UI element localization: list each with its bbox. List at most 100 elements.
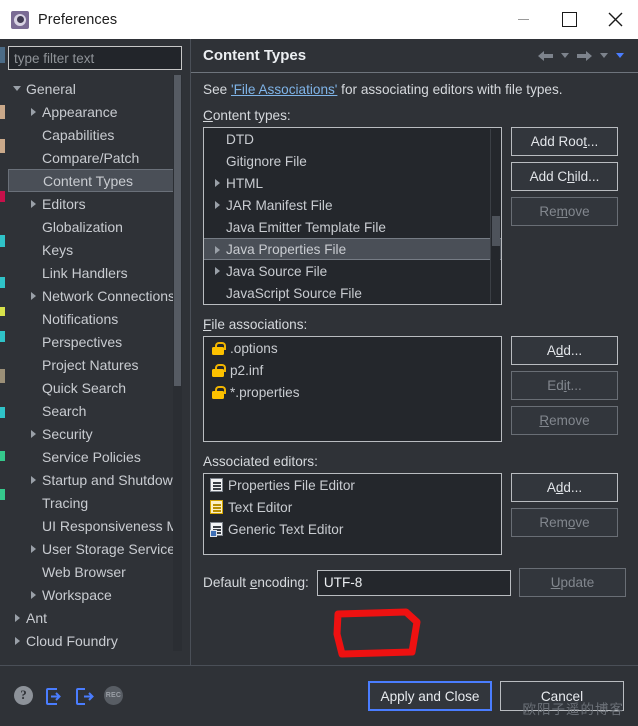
add-file-association-button[interactable]: Ad d... <box>511 336 618 365</box>
associated-editors-list[interactable]: Properties File Editor Text Editor Generic… <box>203 473 502 555</box>
sidebar-item-general[interactable]: General <box>8 77 182 100</box>
view-menu-chevron-down-icon[interactable] <box>613 48 626 64</box>
help-icon[interactable]: ? <box>14 685 35 707</box>
button-label-post: ove <box>567 204 590 219</box>
close-icon[interactable] <box>592 0 638 39</box>
filter-container <box>0 39 190 75</box>
document-icon <box>210 478 223 492</box>
cancel-button[interactable]: Cancel <box>500 681 624 711</box>
preferences-tree[interactable]: General Appearance Capabilities Compare/Pat… <box>8 75 182 665</box>
sidebar-item-ui-responsiveness-monitoring[interactable]: UI Responsiveness Monitoring <box>8 514 182 537</box>
add-child-button[interactable]: Add Ch ild... <box>511 162 618 191</box>
sidebar-item-notifications[interactable]: Notifications <box>8 307 182 330</box>
tree-scrollbar[interactable] <box>173 75 182 651</box>
export-icon[interactable] <box>74 686 95 707</box>
default-encoding-input[interactable] <box>316 569 511 596</box>
sidebar-item-label: Perspectives <box>42 333 123 350</box>
record-icon[interactable]: REC <box>104 685 125 707</box>
content-type-row[interactable]: Java Source File <box>204 260 501 282</box>
content-types-scrollbar-thumb[interactable] <box>492 216 500 246</box>
sidebar-item-workspace[interactable]: Workspace <box>8 583 182 606</box>
apply-and-close-button[interactable]: Apply and Close <box>368 681 492 711</box>
associated-editor-row[interactable]: Properties File Editor <box>204 474 501 496</box>
chevron-closed-icon[interactable] <box>28 543 39 554</box>
remove-editor-button[interactable]: Rem o ve <box>511 508 618 537</box>
lock-icon <box>212 341 226 355</box>
chevron-closed-icon[interactable] <box>28 428 39 439</box>
update-encoding-button[interactable]: Update <box>519 568 626 597</box>
button-label-pre: Add C <box>529 169 568 184</box>
content-types-scrollbar[interactable] <box>490 129 500 303</box>
chevron-closed-icon[interactable] <box>212 199 223 210</box>
chevron-closed-icon[interactable] <box>28 589 39 600</box>
file-association-row[interactable]: *.properties <box>204 381 501 403</box>
back-arrow-icon[interactable] <box>535 46 555 66</box>
remove-content-type-button[interactable]: Re m ove <box>511 197 618 226</box>
sidebar-item-globalization[interactable]: Globalization <box>8 215 182 238</box>
content-type-row[interactable]: Java Properties File <box>204 238 501 260</box>
sidebar-item-appearance[interactable]: Appearance <box>8 100 182 123</box>
search-input[interactable] <box>8 46 182 70</box>
content-type-row[interactable]: HTML <box>204 172 501 194</box>
add-editor-button[interactable]: Ad d... <box>511 473 618 502</box>
sidebar-item-search[interactable]: Search <box>8 399 182 422</box>
sidebar-item-tracing[interactable]: Tracing <box>8 491 182 514</box>
edit-file-association-button[interactable]: Ed i t... <box>511 371 618 400</box>
button-label-post: ... <box>587 134 599 149</box>
chevron-closed-icon[interactable] <box>28 474 39 485</box>
file-associations-list[interactable]: .options p2.inf *.properties <box>203 336 502 442</box>
sidebar-item-label: Appearance <box>42 103 118 120</box>
associated-editors-label: Associated editors: <box>203 454 318 469</box>
sidebar-item-network-connections[interactable]: Network Connections <box>8 284 182 307</box>
content-type-row[interactable]: JavaScript Source File <box>204 282 501 304</box>
associated-editor-row[interactable]: Text Editor <box>204 496 501 518</box>
chevron-closed-icon[interactable] <box>12 635 23 646</box>
sidebar-item-editors[interactable]: Editors <box>8 192 182 215</box>
remove-file-association-button[interactable]: Remove <box>511 406 618 435</box>
content-types-list[interactable]: DTD Gitignore File HTML JAR Manifest File Ja… <box>203 127 502 305</box>
import-icon[interactable] <box>44 686 65 707</box>
content-type-label: HTML <box>226 175 264 191</box>
content-type-row[interactable]: Java Emitter Template File <box>204 216 501 238</box>
minimize-icon[interactable] <box>500 0 546 39</box>
content-type-label: Java Source File <box>226 263 328 279</box>
maximize-icon[interactable] <box>546 0 592 39</box>
sidebar-item-link-handlers[interactable]: Link Handlers <box>8 261 182 284</box>
file-associations-link[interactable]: 'File Associations' <box>231 82 337 97</box>
sidebar-item-compare-patch[interactable]: Compare/Patch <box>8 146 182 169</box>
tree-scrollbar-thumb[interactable] <box>174 75 181 387</box>
content-type-row[interactable]: JAR Manifest File <box>204 194 501 216</box>
sidebar-item-content-types[interactable]: Content Types <box>8 169 182 192</box>
sidebar-item-service-policies[interactable]: Service Policies <box>8 445 182 468</box>
sidebar-item-project-natures[interactable]: Project Natures <box>8 353 182 376</box>
forward-history-chevron-down-icon[interactable] <box>597 48 610 64</box>
sidebar-item-label: Ant <box>26 609 48 626</box>
add-root-button[interactable]: Add Roo t... <box>511 127 618 156</box>
chevron-closed-icon[interactable] <box>212 244 223 255</box>
associated-editor-row[interactable]: Generic Text Editor <box>204 518 501 540</box>
content-type-row[interactable]: Gitignore File <box>204 150 501 172</box>
file-association-row[interactable]: p2.inf <box>204 359 501 381</box>
sidebar-item-user-storage-service[interactable]: User Storage Service <box>8 537 182 560</box>
sidebar-item-startup-and-shutdown[interactable]: Startup and Shutdown <box>8 468 182 491</box>
sidebar-item-capabilities[interactable]: Capabilities <box>8 123 182 146</box>
sidebar-item-quick-search[interactable]: Quick Search <box>8 376 182 399</box>
chevron-closed-icon[interactable] <box>12 612 23 623</box>
chevron-closed-icon[interactable] <box>28 106 39 117</box>
forward-arrow-icon[interactable] <box>574 46 594 66</box>
chevron-closed-icon[interactable] <box>212 177 223 188</box>
chevron-closed-icon[interactable] <box>28 198 39 209</box>
chevron-closed-icon[interactable] <box>28 290 39 301</box>
back-history-chevron-down-icon[interactable] <box>558 48 571 64</box>
file-association-row[interactable]: .options <box>204 337 501 359</box>
sidebar-item-perspectives[interactable]: Perspectives <box>8 330 182 353</box>
sidebar-item-ant[interactable]: Ant <box>8 606 182 629</box>
sidebar-item-label: User Storage Service <box>42 540 176 557</box>
chevron-closed-icon[interactable] <box>212 265 223 276</box>
sidebar-item-cloud-foundry[interactable]: Cloud Foundry <box>8 629 182 652</box>
chevron-open-icon[interactable] <box>12 83 23 94</box>
sidebar-item-web-browser[interactable]: Web Browser <box>8 560 182 583</box>
sidebar-item-keys[interactable]: Keys <box>8 238 182 261</box>
content-type-row[interactable]: DTD <box>204 128 501 150</box>
sidebar-item-security[interactable]: Security <box>8 422 182 445</box>
